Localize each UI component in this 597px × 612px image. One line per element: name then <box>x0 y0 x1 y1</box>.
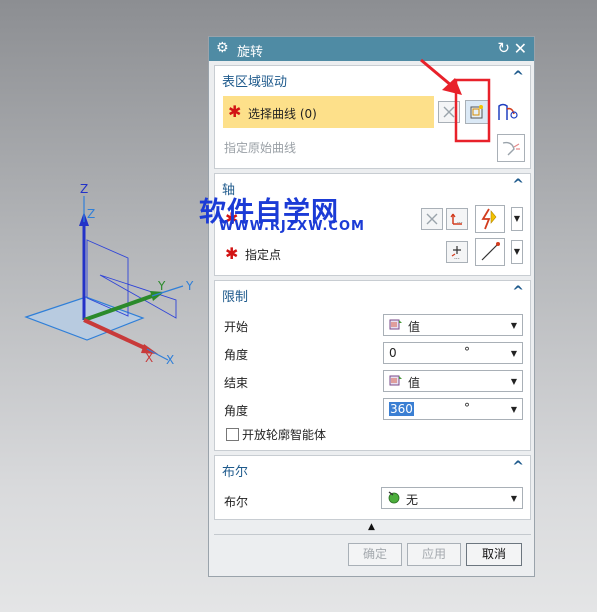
x-axis-label: X <box>145 351 153 365</box>
end-type-select[interactable]: 值 ▼ <box>383 370 523 392</box>
sketch-section-button[interactable] <box>465 100 489 124</box>
boolean-value: 无 <box>406 493 419 507</box>
section-surface-title[interactable]: 表区域驱动 <box>222 71 287 90</box>
end-label: 结束 <box>224 376 249 390</box>
footer-divider <box>214 534 531 535</box>
value-type-icon <box>389 375 402 386</box>
end-type-value: 值 <box>408 376 421 390</box>
section-boolean: 布尔 ^ 布尔 无 ▼ <box>214 455 531 520</box>
deselect-curve-button[interactable] <box>438 101 460 123</box>
vector-dropdown-arrow[interactable]: ▼ <box>511 207 523 231</box>
point-dropdown-arrow[interactable]: ▼ <box>511 240 523 264</box>
curve-button[interactable] <box>495 100 521 124</box>
point-dialog-icon: ... <box>451 246 461 260</box>
section-limits: 限制 ^ 开始 值 ▼ 角度 0 ° ▼ 结束 值 ▼ 角度 360 ° ▼ 开… <box>214 280 531 451</box>
start-angle-value: 0 <box>389 346 397 360</box>
required-star-icon: ✱ <box>225 244 239 263</box>
watermark-url: WWW.RJZXW.COM <box>219 219 365 234</box>
x-axis-label-secondary: X <box>166 353 174 367</box>
collapse-caret-icon[interactable]: ^ <box>512 177 524 193</box>
original-curve-label: 指定原始曲线 <box>224 141 297 155</box>
apply-button[interactable]: 应用 <box>407 543 461 566</box>
z-axis-label-secondary: Z <box>87 207 95 221</box>
svg-text:...: ... <box>454 254 460 260</box>
inferred-vector-icon <box>481 208 497 230</box>
sketch-icon <box>470 105 483 119</box>
more-options-toggle-icon[interactable]: ▲ <box>368 522 375 532</box>
inferred-point-button[interactable] <box>475 238 505 266</box>
specify-point-label: 指定点 <box>245 248 282 262</box>
reset-icon[interactable]: ↻ <box>497 39 510 57</box>
value-type-icon <box>389 319 402 330</box>
boolean-label: 布尔 <box>224 495 249 509</box>
svg-text:...: ... <box>457 218 463 225</box>
vector-dialog-button[interactable]: ... <box>446 208 468 230</box>
y-axis-label: Y <box>157 279 166 293</box>
vector-dialog-icon: ... <box>450 213 463 225</box>
collapse-caret-icon[interactable]: ^ <box>512 459 524 475</box>
z-axis-label: Z <box>80 182 88 196</box>
dropdown-arrow-icon: ▼ <box>510 494 517 503</box>
dialog-title: 旋转 <box>237 45 264 60</box>
section-limits-title[interactable]: 限制 <box>222 286 248 305</box>
y-axis-label-secondary: Y <box>185 279 194 293</box>
start-angle-label: 角度 <box>224 348 249 362</box>
boolean-select[interactable]: 无 ▼ <box>381 487 523 509</box>
start-type-select[interactable]: 值 ▼ <box>383 314 523 336</box>
select-curve-label: 选择曲线 (0) <box>248 107 317 121</box>
section-surface-region: 表区域驱动 ^ ✱ 选择曲线 (0) 指定原始曲线 <box>214 65 531 169</box>
end-angle-label: 角度 <box>224 404 249 418</box>
open-profile-checkbox[interactable] <box>226 428 239 441</box>
start-angle-input[interactable]: 0 ° ▼ <box>383 342 523 364</box>
reverse-direction-button[interactable] <box>421 208 443 230</box>
point-dialog-button[interactable]: ... <box>446 241 468 263</box>
collapse-caret-icon[interactable]: ^ <box>512 69 524 85</box>
section-boolean-title[interactable]: 布尔 <box>222 461 248 480</box>
original-curve-icon <box>502 141 520 156</box>
dropdown-arrow-icon: ▼ <box>510 321 517 330</box>
inferred-vector-button[interactable] <box>475 205 505 233</box>
start-label: 开始 <box>224 320 249 334</box>
dropdown-arrow-icon: ▼ <box>510 405 517 414</box>
close-icon[interactable]: ✕ <box>514 39 527 58</box>
end-angle-value: 360 <box>389 402 414 416</box>
boolean-none-icon <box>388 491 400 504</box>
required-star-icon: ✱ <box>228 102 242 121</box>
end-angle-input[interactable]: 360 ° ▼ <box>383 398 523 420</box>
gear-icon[interactable]: ⚙ <box>216 40 229 56</box>
coordinate-triad: Z Z Y Y X X <box>24 182 194 367</box>
degree-unit: ° <box>464 401 470 415</box>
curve-icon <box>498 103 518 120</box>
cancel-button[interactable]: 取消 <box>466 543 522 566</box>
cross-arrows-icon <box>443 106 455 118</box>
cross-arrows-icon <box>426 213 438 225</box>
revolve-dialog: ⚙ 旋转 ↻ ✕ 表区域驱动 ^ ✱ 选择曲线 (0) 指定原始曲线 轴 ^ ✱… <box>208 36 535 577</box>
dropdown-arrow-icon: ▼ <box>510 349 517 358</box>
collapse-caret-icon[interactable]: ^ <box>512 284 524 300</box>
start-type-value: 值 <box>408 320 421 334</box>
dialog-titlebar: ⚙ 旋转 ↻ ✕ <box>209 37 534 61</box>
select-curve-row[interactable]: ✱ 选择曲线 (0) <box>223 96 434 128</box>
open-profile-label: 开放轮廓智能体 <box>242 428 327 442</box>
original-curve-button[interactable] <box>497 134 525 162</box>
degree-unit: ° <box>464 345 470 359</box>
inferred-point-icon <box>481 242 500 261</box>
ok-button[interactable]: 确定 <box>348 543 402 566</box>
dropdown-arrow-icon: ▼ <box>510 377 517 386</box>
